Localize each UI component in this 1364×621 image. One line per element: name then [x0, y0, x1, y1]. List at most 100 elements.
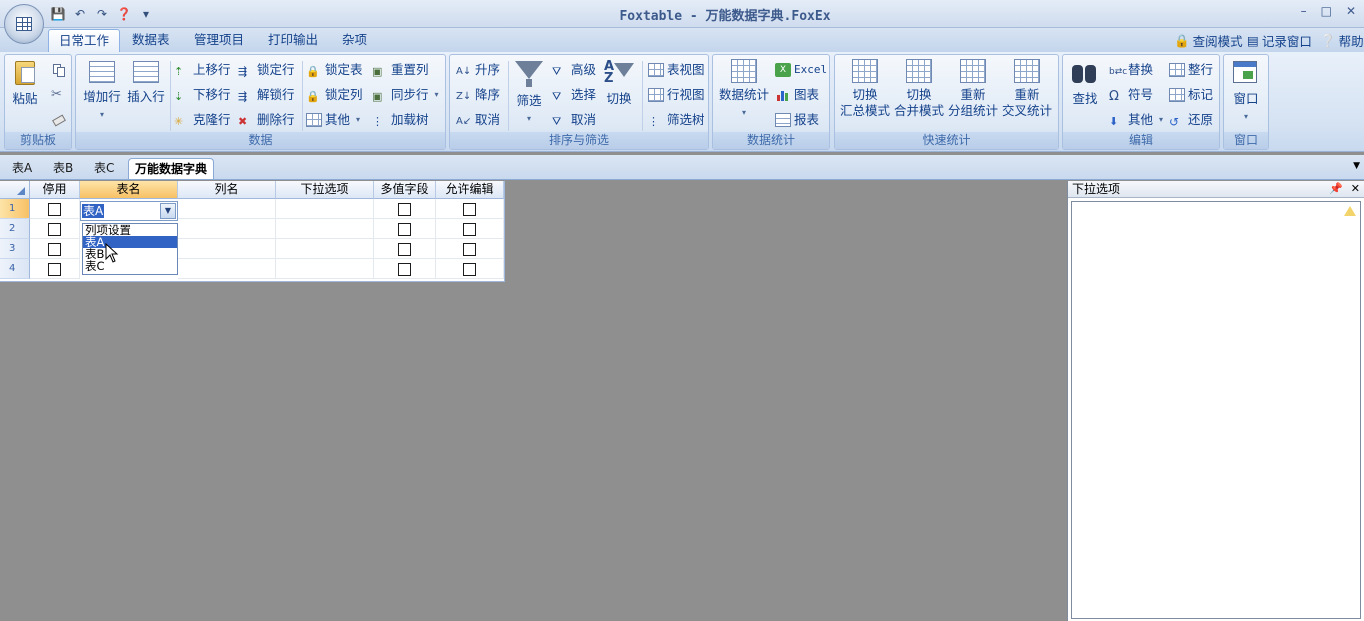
unlock-row-button[interactable]: ⇶ 解锁行	[238, 86, 295, 104]
column-name-cell[interactable]	[178, 199, 276, 219]
row-header[interactable]: 2	[0, 219, 30, 239]
lock-row-button[interactable]: ⇶ 锁定行	[238, 61, 295, 79]
allow-edit-checkbox[interactable]	[463, 223, 476, 236]
add-row-button[interactable]: 增加行 ▾	[82, 59, 122, 123]
replace-button[interactable]: b⇄c 替换	[1109, 61, 1153, 79]
cut-button[interactable]: ✂	[51, 86, 67, 104]
table-name-combo-editor[interactable]: 表A ▼	[80, 201, 178, 221]
whole-row-button[interactable]: 整行	[1169, 61, 1213, 79]
tab-misc[interactable]: 杂项	[332, 29, 377, 52]
mark-button[interactable]: 标记	[1169, 86, 1213, 104]
column-header-column-name[interactable]: 列名	[178, 181, 276, 199]
select-all-corner[interactable]	[0, 181, 30, 199]
row-view-button[interactable]: 行视图	[648, 86, 705, 104]
sheet-tab-table-b[interactable]: 表B	[47, 158, 79, 179]
allow-edit-checkbox[interactable]	[463, 243, 476, 256]
table-view-button[interactable]: 表视图	[648, 61, 705, 79]
chart-button[interactable]: 图表	[775, 86, 819, 104]
multi-value-checkbox[interactable]	[398, 263, 411, 276]
view-mode-link[interactable]: 🔒 查阅模式	[1174, 31, 1243, 50]
disabled-checkbox[interactable]	[48, 203, 61, 216]
cancel-filter-button[interactable]: ⛛ 取消	[552, 111, 596, 129]
report-button[interactable]: 报表	[775, 111, 819, 129]
row-header[interactable]: 4	[0, 259, 30, 279]
lock-column-button[interactable]: 🔒 锁定列	[306, 86, 363, 104]
sheet-list-dropdown-icon[interactable]: ▼	[1353, 161, 1360, 171]
regroup-stats-button[interactable]: 重新 分组统计	[947, 59, 999, 119]
column-header-disabled[interactable]: 停用	[30, 181, 80, 199]
dropdown-options-editor[interactable]	[1071, 201, 1361, 619]
edit-other-button[interactable]: ⬇ 其他 ▾	[1109, 111, 1163, 129]
toggle-merge-mode-button[interactable]: 切换 合并模式	[893, 59, 945, 119]
sync-row-button[interactable]: ▣ 同步行 ▾	[372, 86, 439, 104]
load-tree-button[interactable]: ⋮ 加载树	[372, 111, 429, 129]
log-window-link[interactable]: ▤ 记录窗口	[1247, 31, 1312, 50]
column-header-multi-value[interactable]: 多值字段	[374, 181, 436, 199]
other-button[interactable]: 其他 ▾	[306, 111, 360, 129]
help-link[interactable]: ❔ 帮助	[1320, 31, 1364, 50]
eraser-icon	[51, 113, 67, 127]
select-filter-button[interactable]: ⛛ 选择	[552, 86, 596, 104]
dropdown-options-cell[interactable]	[276, 219, 374, 239]
minimize-button[interactable]: –	[1301, 4, 1307, 18]
column-name-cell[interactable]	[178, 219, 276, 239]
filter-button[interactable]: 筛选 ▾	[512, 59, 546, 127]
allow-edit-checkbox[interactable]	[463, 263, 476, 276]
toggle-button[interactable]: AZ 切换	[602, 59, 636, 107]
delete-row-button[interactable]: ✖ 删除行	[238, 111, 295, 129]
row-header[interactable]: 1	[0, 199, 30, 219]
disabled-checkbox[interactable]	[48, 243, 61, 256]
dropdown-item[interactable]: 表C	[83, 260, 177, 272]
tab-manage-project[interactable]: 管理项目	[184, 29, 254, 52]
sort-ascending-button[interactable]: A↓ 升序	[456, 61, 500, 79]
copy-button[interactable]	[51, 61, 67, 79]
lock-table-button[interactable]: 🔒 锁定表	[306, 61, 363, 79]
tab-daily-work[interactable]: 日常工作	[48, 29, 121, 52]
find-button[interactable]: 查找	[1069, 59, 1101, 107]
row-header[interactable]: 3	[0, 239, 30, 259]
dropdown-options-cell[interactable]	[276, 199, 374, 219]
column-header-allow-edit[interactable]: 允许编辑	[436, 181, 504, 199]
disabled-checkbox[interactable]	[48, 223, 61, 236]
close-button[interactable]: ✕	[1346, 4, 1356, 18]
close-icon[interactable]: ✕	[1351, 181, 1360, 197]
reset-column-button[interactable]: ▣ 重置列	[372, 61, 429, 79]
symbol-button[interactable]: Ω 符号	[1109, 86, 1153, 104]
excel-button[interactable]: X Excel	[775, 61, 827, 79]
column-name-cell[interactable]	[178, 239, 276, 259]
allow-edit-checkbox[interactable]	[463, 203, 476, 216]
format-painter-button[interactable]	[51, 111, 67, 129]
pin-icon[interactable]: 📌	[1329, 181, 1343, 197]
dropdown-options-cell[interactable]	[276, 239, 374, 259]
data-stats-button[interactable]: 数据统计 ▾	[719, 59, 769, 121]
sort-descending-button[interactable]: Z↓ 降序	[456, 86, 500, 104]
window-button[interactable]: 窗口 ▾	[1230, 59, 1262, 125]
app-menu-button[interactable]	[4, 4, 44, 44]
clone-row-button[interactable]: ✳ 克隆行	[174, 111, 231, 129]
column-name-cell[interactable]	[178, 259, 276, 279]
multi-value-checkbox[interactable]	[398, 243, 411, 256]
maximize-button[interactable]: □	[1321, 4, 1332, 18]
disabled-checkbox[interactable]	[48, 263, 61, 276]
column-header-table-name[interactable]: 表名	[80, 181, 178, 199]
insert-row-button[interactable]: 插入行	[126, 59, 166, 105]
restore-button[interactable]: ↺ 还原	[1169, 111, 1213, 129]
move-row-up-button[interactable]: ⇡ 上移行	[174, 61, 231, 79]
sheet-tab-data-dictionary[interactable]: 万能数据字典	[128, 158, 215, 179]
advanced-filter-button[interactable]: ⛛ 高级	[552, 61, 596, 79]
paste-button[interactable]: 粘贴	[11, 59, 39, 107]
column-header-dropdown-options[interactable]: 下拉选项	[276, 181, 374, 199]
cross-stats-button[interactable]: 重新 交叉统计	[1001, 59, 1053, 119]
sheet-tab-table-c[interactable]: 表C	[88, 158, 120, 179]
multi-value-checkbox[interactable]	[398, 223, 411, 236]
sheet-tab-table-a[interactable]: 表A	[6, 158, 38, 179]
tab-print-output[interactable]: 打印输出	[258, 29, 328, 52]
move-row-down-button[interactable]: ⇣ 下移行	[174, 86, 231, 104]
dropdown-options-cell[interactable]	[276, 259, 374, 279]
chevron-down-icon[interactable]: ▼	[160, 203, 176, 219]
toggle-summary-mode-button[interactable]: 切换 汇总模式	[839, 59, 891, 119]
multi-value-checkbox[interactable]	[398, 203, 411, 216]
filter-tree-button[interactable]: ⋮ 筛选树	[648, 111, 705, 129]
tab-data-table[interactable]: 数据表	[122, 29, 180, 52]
cancel-sort-button[interactable]: A↙ 取消	[456, 111, 500, 129]
